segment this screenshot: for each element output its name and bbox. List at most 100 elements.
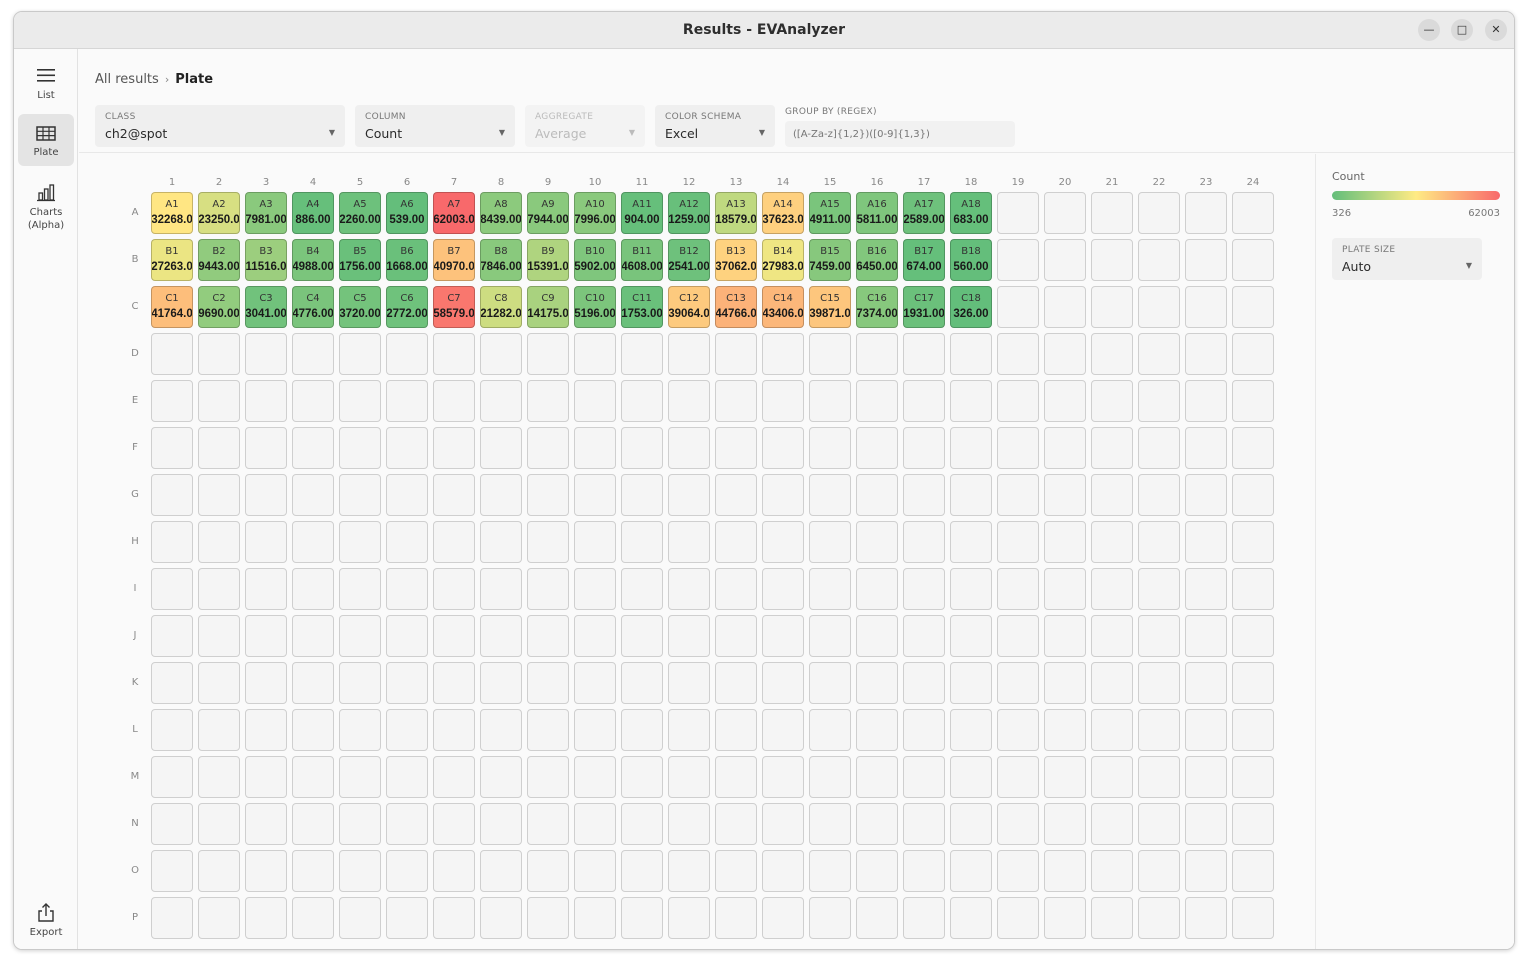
plate-well[interactable]: [1185, 615, 1227, 657]
plate-well[interactable]: [1232, 239, 1274, 281]
plate-well[interactable]: [668, 756, 710, 798]
plate-well[interactable]: [1232, 803, 1274, 845]
plate-well[interactable]: [480, 427, 522, 469]
plate-well[interactable]: [433, 427, 475, 469]
plate-well[interactable]: B14 27983.0: [762, 239, 804, 281]
plate-well[interactable]: [762, 521, 804, 563]
plate-well[interactable]: [480, 756, 522, 798]
plate-well[interactable]: C5 3720.00: [339, 286, 381, 328]
plate-well[interactable]: [151, 568, 193, 610]
plate-well[interactable]: [1044, 897, 1086, 939]
plate-well[interactable]: [480, 897, 522, 939]
plate-well[interactable]: [1138, 333, 1180, 375]
close-button[interactable]: ✕: [1485, 19, 1507, 41]
plate-well[interactable]: [1138, 474, 1180, 516]
plate-well[interactable]: [950, 427, 992, 469]
plate-well[interactable]: [950, 333, 992, 375]
plate-well[interactable]: [668, 897, 710, 939]
plate-well[interactable]: [574, 756, 616, 798]
plate-well[interactable]: [480, 380, 522, 422]
plate-well[interactable]: A6 539.00: [386, 192, 428, 234]
plate-well[interactable]: [198, 850, 240, 892]
plate-well[interactable]: [950, 850, 992, 892]
plate-well[interactable]: [198, 756, 240, 798]
plate-well[interactable]: [245, 756, 287, 798]
plate-well[interactable]: [245, 709, 287, 751]
plate-well[interactable]: [339, 662, 381, 704]
plate-well[interactable]: C16 7374.00: [856, 286, 898, 328]
plate-well[interactable]: [668, 568, 710, 610]
plate-well[interactable]: [386, 662, 428, 704]
plate-well[interactable]: C11 1753.00: [621, 286, 663, 328]
plate-well[interactable]: [480, 709, 522, 751]
plate-well[interactable]: C14 43406.0: [762, 286, 804, 328]
plate-well[interactable]: [433, 333, 475, 375]
plate-well[interactable]: [151, 709, 193, 751]
plate-well[interactable]: [715, 568, 757, 610]
plate-well[interactable]: [1091, 521, 1133, 563]
plate-well[interactable]: [997, 850, 1039, 892]
plate-well[interactable]: [386, 756, 428, 798]
plate-well[interactable]: [997, 427, 1039, 469]
plate-well[interactable]: [1185, 521, 1227, 563]
plate-well[interactable]: [1185, 427, 1227, 469]
plate-well[interactable]: A5 2260.00: [339, 192, 381, 234]
plate-well[interactable]: [997, 286, 1039, 328]
plate-well[interactable]: [433, 756, 475, 798]
plate-well[interactable]: [762, 850, 804, 892]
plate-well[interactable]: B11 4608.00: [621, 239, 663, 281]
group-by-input[interactable]: [785, 121, 1015, 147]
plate-well[interactable]: A14 37623.0: [762, 192, 804, 234]
plate-well[interactable]: [997, 521, 1039, 563]
plate-well[interactable]: [1232, 427, 1274, 469]
plate-well[interactable]: [715, 803, 757, 845]
plate-well[interactable]: [668, 709, 710, 751]
plate-well[interactable]: [292, 474, 334, 516]
plate-well[interactable]: [809, 380, 851, 422]
plate-well[interactable]: [903, 521, 945, 563]
plate-well[interactable]: [151, 756, 193, 798]
plate-well[interactable]: [1044, 756, 1086, 798]
plate-well[interactable]: [245, 897, 287, 939]
plate-well[interactable]: [668, 803, 710, 845]
plate-well[interactable]: A2 23250.0: [198, 192, 240, 234]
plate-well[interactable]: [762, 380, 804, 422]
plate-well[interactable]: [1044, 239, 1086, 281]
plate-well[interactable]: [809, 709, 851, 751]
plate-well[interactable]: [339, 803, 381, 845]
plate-well[interactable]: [621, 897, 663, 939]
plate-well[interactable]: [856, 709, 898, 751]
plate-well[interactable]: [809, 427, 851, 469]
plate-well[interactable]: [1044, 380, 1086, 422]
plate-well[interactable]: [950, 474, 992, 516]
plate-well[interactable]: [1185, 474, 1227, 516]
color-schema-select[interactable]: COLOR SCHEMA Excel ▼: [655, 105, 775, 147]
plate-well[interactable]: [292, 662, 334, 704]
plate-well[interactable]: [809, 615, 851, 657]
plate-well[interactable]: [151, 662, 193, 704]
plate-well[interactable]: [1091, 756, 1133, 798]
plate-well[interactable]: B2 9443.00: [198, 239, 240, 281]
plate-well[interactable]: [809, 850, 851, 892]
plate-well[interactable]: [1185, 897, 1227, 939]
plate-well[interactable]: [1232, 568, 1274, 610]
plate-well[interactable]: B10 5902.00: [574, 239, 616, 281]
plate-well[interactable]: [1044, 709, 1086, 751]
breadcrumb-root[interactable]: All results: [95, 72, 159, 87]
plate-well[interactable]: [151, 380, 193, 422]
plate-well[interactable]: [339, 380, 381, 422]
plate-well[interactable]: A9 7944.00: [527, 192, 569, 234]
sidebar-item-list[interactable]: List: [18, 57, 74, 105]
plate-well[interactable]: C6 2772.00: [386, 286, 428, 328]
plate-well[interactable]: [1044, 803, 1086, 845]
plate-well[interactable]: [1138, 380, 1180, 422]
plate-well[interactable]: [621, 615, 663, 657]
plate-well[interactable]: [386, 333, 428, 375]
plate-well[interactable]: [574, 615, 616, 657]
plate-well[interactable]: [621, 333, 663, 375]
plate-well[interactable]: [527, 380, 569, 422]
plate-well[interactable]: [997, 239, 1039, 281]
plate-well[interactable]: [1091, 803, 1133, 845]
plate-well[interactable]: [1185, 756, 1227, 798]
plate-well[interactable]: [151, 521, 193, 563]
